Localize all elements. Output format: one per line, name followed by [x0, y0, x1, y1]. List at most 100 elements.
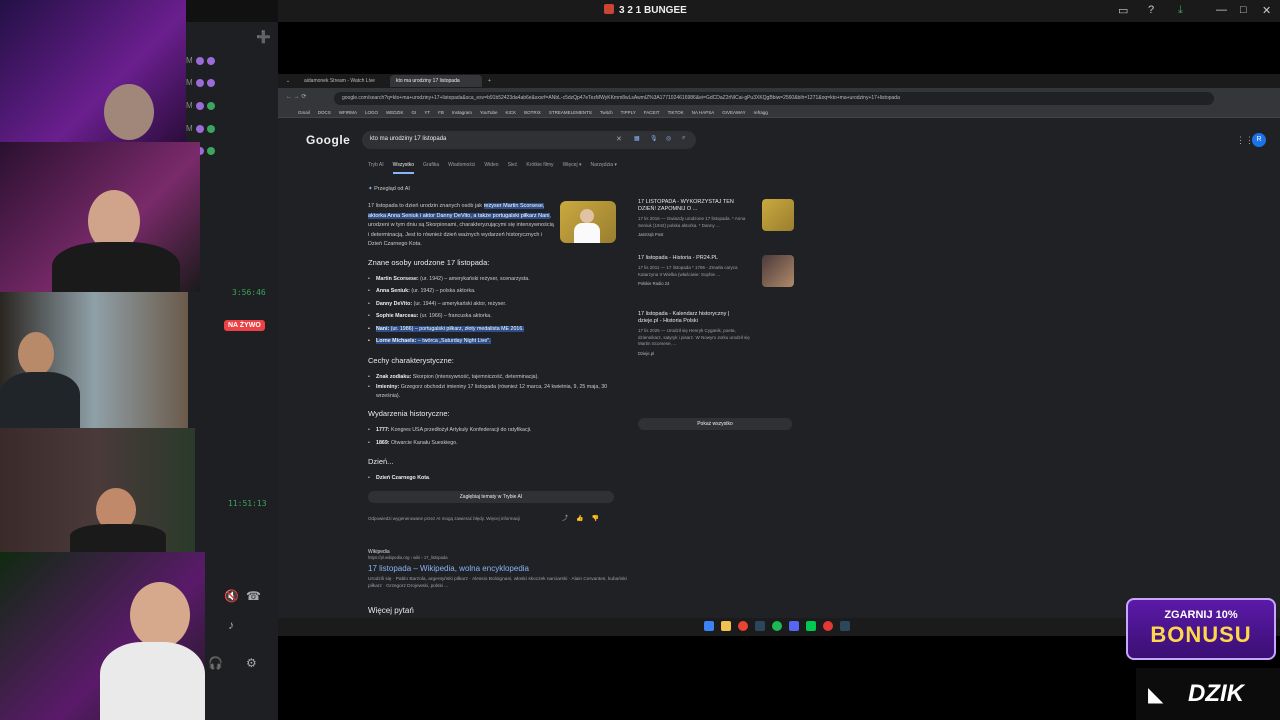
- add-friend-icon[interactable]: ➕: [256, 30, 271, 44]
- voice-user-row[interactable]: M: [186, 78, 215, 87]
- screen-icon[interactable]: ▭: [1118, 4, 1128, 17]
- bookmark[interactable]: Instagram: [452, 110, 472, 115]
- bookmark[interactable]: YT: [424, 110, 430, 115]
- tab-tools[interactable]: Narzędzia ▾: [590, 162, 616, 174]
- list-item: Nani: (ur. 1986) – portugalski piłkarz, …: [368, 323, 616, 336]
- bookmark[interactable]: GI: [412, 110, 417, 115]
- url-input[interactable]: google.com/search?q=kto+ma+urodziny+17+l…: [334, 91, 1214, 105]
- folder-icon[interactable]: [721, 621, 731, 631]
- phone-icon[interactable]: ☎: [246, 589, 261, 603]
- tab-shorts[interactable]: Krótkie filmy: [526, 162, 553, 174]
- bookmark[interactable]: BOTRIX: [524, 110, 541, 115]
- ai-mode-button[interactable]: Zagłębiaj tematy w Trybie AI: [368, 491, 614, 503]
- bookmark[interactable]: TIKTOK: [668, 110, 684, 115]
- camera-icon[interactable]: ◎: [666, 135, 671, 142]
- search-tabs: Tryb AI Wszystko Grafika Wiadomości Wide…: [368, 162, 617, 174]
- bookmark[interactable]: STREAMELEMENTS: [549, 110, 592, 115]
- bookmark[interactable]: Gmail: [298, 110, 310, 115]
- search-result: Wikipedia https://pl.wikipedia.org › wik…: [368, 549, 628, 590]
- tab-more[interactable]: Więcej ▾: [563, 162, 582, 174]
- search-input[interactable]: kto ma urodziny 17 listopada ✕ ▦ 🎙 ◎ ⌕: [362, 131, 696, 149]
- events-list: 1777: Kongres USA przedłożył Artykuły Ko…: [368, 424, 616, 449]
- list-item: 1777: Kongres USA przedłożył Artykuły Ko…: [368, 424, 616, 437]
- tab-news[interactable]: Wiadomości: [448, 162, 475, 174]
- voice-user-row[interactable]: M: [186, 101, 215, 110]
- bookmark[interactable]: NA HAPSA: [692, 110, 715, 115]
- traits-list: Znak zodiaku: Skorpion (intensywność, ta…: [368, 371, 616, 402]
- bookmark[interactable]: KICK: [506, 110, 517, 115]
- tab-stream[interactable]: aidamonek Stream - Watch Live: [298, 75, 390, 87]
- list-item: Lorne Michaels: – twórca „Saturday Night…: [368, 335, 616, 348]
- avatar[interactable]: R: [1252, 133, 1266, 147]
- bookmark[interactable]: GIVEAWAY: [722, 110, 745, 115]
- bookmark[interactable]: Twitch: [600, 110, 613, 115]
- list-item: Dzień Czarnego Kota.: [368, 472, 616, 485]
- ai-overview-header: Przegląd od AI: [368, 186, 616, 192]
- new-tab-icon[interactable]: +: [488, 78, 491, 84]
- soundboard-icon[interactable]: ♪: [228, 618, 234, 632]
- live-badge: NA ŻYWO: [224, 320, 265, 331]
- webcam-3: [0, 292, 188, 428]
- bonus-banner[interactable]: ZGARNIJ 10% BONUSU: [1126, 598, 1276, 660]
- bookmark[interactable]: FACEIT: [644, 110, 660, 115]
- headphones-icon[interactable]: 🎧: [208, 656, 223, 670]
- result-title-link[interactable]: 17 listopada – Wikipedia, wolna encyklop…: [368, 564, 628, 573]
- tab-search[interactable]: kto ma urodziny 17 listopada: [390, 75, 482, 87]
- chrome-icon[interactable]: [738, 621, 748, 631]
- app-icon[interactable]: [823, 621, 833, 631]
- start-icon[interactable]: [704, 621, 714, 631]
- tab-images[interactable]: Grafika: [423, 162, 439, 174]
- search-query[interactable]: kto ma urodziny 17 listopada: [370, 136, 446, 142]
- mute-icon[interactable]: 🔇: [224, 589, 239, 603]
- gear-icon[interactable]: ⚙: [246, 656, 257, 670]
- bookmark[interactable]: LOGO: [365, 110, 378, 115]
- list-item: 1869: Otwarcie Kanału Sueskiego.: [368, 437, 616, 450]
- bookmark[interactable]: FB: [438, 110, 444, 115]
- bookmark[interactable]: WEDZIK: [386, 110, 404, 115]
- source-card[interactable]: 17 listopada - Kalendarz historyczny | d…: [638, 311, 794, 367]
- maximize-icon[interactable]: □: [1240, 4, 1247, 16]
- ai-sources: 17 LISTOPADA - WYKORZYSTAJ TEN DZIEŃ! ZA…: [638, 199, 794, 367]
- list-item: Sophie Marceau: (ur. 1966) – francuska a…: [368, 310, 616, 323]
- bookmark[interactable]: TIPPLY: [621, 110, 636, 115]
- bookmark[interactable]: refragg: [754, 110, 768, 115]
- tab-web[interactable]: Sieć: [508, 162, 518, 174]
- spotify-icon[interactable]: [772, 621, 782, 631]
- ai-overview-image[interactable]: [560, 201, 616, 243]
- bookmarks-bar: Gmail DOCS WFIRMA LOGO WEDZIK GI YT FB I…: [278, 108, 1280, 118]
- source-thumbnail: [762, 255, 794, 287]
- discord-icon[interactable]: [789, 621, 799, 631]
- bookmark[interactable]: WFIRMA: [339, 110, 357, 115]
- result-url[interactable]: https://pl.wikipedia.org › wiki › 17_lis…: [368, 555, 628, 560]
- feedback-icons[interactable]: ⤴👍👎: [562, 513, 607, 522]
- nav-arrows-icon[interactable]: ← → ⟳: [286, 93, 306, 100]
- source-card[interactable]: 17 listopada - Historia - PR24.PL 17 lis…: [638, 255, 794, 311]
- voice-user-row[interactable]: M: [186, 124, 215, 133]
- ai-disclaimer[interactable]: Odpowiedzi wygenerowane przez AI mogą za…: [368, 516, 520, 521]
- app-icon[interactable]: [840, 621, 850, 631]
- mic-icon[interactable]: 🎙: [650, 135, 658, 142]
- bookmark[interactable]: DOCS: [318, 110, 331, 115]
- steam-icon[interactable]: [755, 621, 765, 631]
- bookmark[interactable]: YouTube: [480, 110, 498, 115]
- webcam-1: [0, 0, 186, 142]
- close-icon[interactable]: ✕: [1262, 4, 1271, 17]
- app-icon[interactable]: [806, 621, 816, 631]
- minimize-icon[interactable]: —: [1216, 4, 1227, 16]
- source-card[interactable]: 17 LISTOPADA - WYKORZYSTAJ TEN DZIEŃ! ZA…: [638, 199, 794, 255]
- download-icon[interactable]: ⤓: [1178, 4, 1183, 17]
- stream-timer: 3:56:46: [232, 288, 266, 297]
- tab-all[interactable]: Wszystko: [392, 162, 415, 174]
- tab-videos[interactable]: Wideo: [484, 162, 498, 174]
- voice-user-row[interactable]: M: [186, 56, 215, 65]
- show-all-button[interactable]: Pokaż wszystko: [638, 418, 792, 430]
- close-icon[interactable]: ✕: [616, 135, 622, 143]
- keyboard-icon[interactable]: ▦: [634, 135, 640, 142]
- search-icon[interactable]: ⌕: [682, 135, 685, 142]
- boar-icon: ◣: [1148, 684, 1164, 706]
- google-logo[interactable]: Google: [306, 133, 350, 147]
- tab-ai-mode[interactable]: Tryb AI: [368, 162, 384, 174]
- help-icon[interactable]: ?: [1148, 4, 1154, 16]
- more-questions-heading: Więcej pytań: [368, 606, 414, 615]
- result-snippet: Urodzili się · Pablo Barzola, argentyńsk…: [368, 577, 627, 589]
